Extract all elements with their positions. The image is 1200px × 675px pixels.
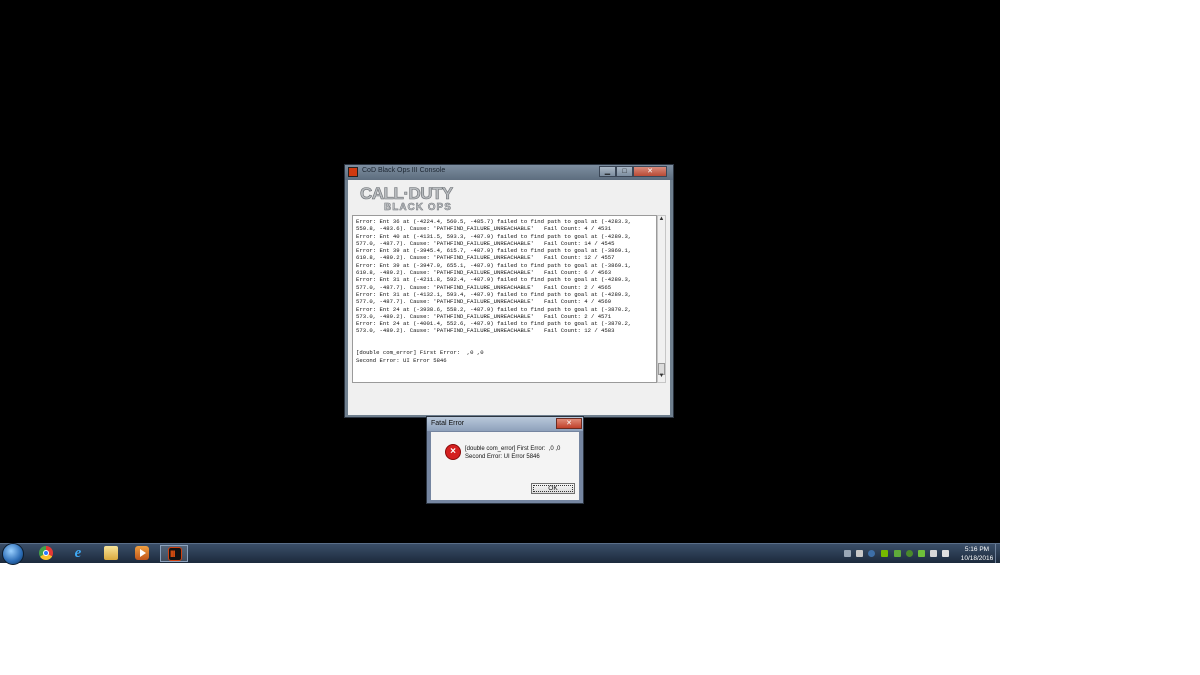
folder-icon <box>104 546 118 560</box>
ok-button[interactable]: OK <box>531 483 575 494</box>
minimize-icon: ▁ <box>604 168 611 175</box>
fatal-error-body: × [double com_error] First Error: ,0 ,0 … <box>431 432 579 500</box>
tray-g-icon[interactable] <box>906 550 913 557</box>
call-of-duty-logo: CALL·DUTY BLACK OPS <box>360 184 455 213</box>
log-line: Error: Ent 31 at (-4132.1, 593.4, -487.9… <box>356 290 632 298</box>
console-client-area: CALL·DUTY BLACK OPS Error: Ent 36 at (-4… <box>348 180 670 415</box>
media-player-taskbar-button[interactable] <box>128 545 156 562</box>
close-icon: ✕ <box>566 420 572 427</box>
internet-explorer-icon: e <box>74 545 82 561</box>
chrome-taskbar-button[interactable] <box>32 545 60 562</box>
tray-volume-icon[interactable] <box>946 551 947 552</box>
clock-date[interactable]: 10/18/2016 <box>955 555 999 562</box>
fatal-error-titlebar[interactable]: Fatal Error ✕ <box>427 417 583 431</box>
log-line: Error: Ent 40 at (-4131.5, 593.3, -487.9… <box>356 232 632 240</box>
log-line: 577.0, -487.7). Cause: 'PATHFIND_FAILURE… <box>356 298 612 306</box>
log-line: Error: Ent 31 at (-4211.8, 592.4, -487.9… <box>356 276 632 284</box>
tray-scissors-icon[interactable] <box>856 550 863 557</box>
log-line: 577.0, -487.7). Cause: 'PATHFIND_FAILURE… <box>356 239 615 247</box>
taskbar: e 5:16 PM 10/18/2016 <box>0 543 1001 565</box>
log-line: 559.8, -483.6). Cause: 'PATHFIND_FAILURE… <box>356 225 612 233</box>
log-line: Error: Ent 24 at (-4001.4, 552.6, -487.9… <box>356 320 632 328</box>
log-line: 573.0, -489.2). Cause: 'PATHFIND_FAILURE… <box>356 312 612 320</box>
log-line: Error: Ent 39 at (-3947.9, 655.1, -487.9… <box>356 261 632 269</box>
black-ops-3-taskbar-button[interactable] <box>160 545 188 562</box>
tray-green-icon[interactable] <box>894 550 901 557</box>
console-window: CoD Black Ops III Console ▁ □ ✕ CALL·DUT… <box>344 164 674 418</box>
media-player-icon <box>135 546 149 560</box>
black-ops-3-icon <box>168 547 182 561</box>
log-line: 577.0, -487.7). Cause: 'PATHFIND_FAILURE… <box>356 283 612 291</box>
log-line: 610.8, -489.2). Cause: 'PATHFIND_FAILURE… <box>356 254 615 262</box>
chrome-icon <box>39 546 53 560</box>
error-message-line1: [double com_error] First Error: ,0 ,0 <box>465 446 561 452</box>
close-button[interactable]: ✕ <box>556 418 582 429</box>
windows-explorer-taskbar-button[interactable] <box>97 545 125 562</box>
tray-steam-icon[interactable] <box>868 550 875 557</box>
scroll-up-arrow-icon[interactable]: ▲ <box>658 216 665 225</box>
log-line: ​ <box>356 335 653 342</box>
close-button[interactable]: ✕ <box>633 166 667 177</box>
clock-time[interactable]: 5:16 PM <box>958 546 996 553</box>
log-line: Error: Ent 24 at (-3938.6, 558.2, -487.9… <box>356 305 632 313</box>
tray-shield-icon[interactable] <box>918 550 925 557</box>
log-line: [double com_error] First Error: ,0 ,0 <box>356 349 484 357</box>
log-line: Second Error: UI Error 5846 <box>356 356 447 364</box>
console-input[interactable] <box>352 386 666 406</box>
start-button[interactable] <box>2 543 24 565</box>
console-scrollbar[interactable]: ▲ ▼ <box>657 215 666 383</box>
close-icon: ✕ <box>647 168 653 175</box>
log-line: 610.8, -489.2). Cause: 'PATHFIND_FAILURE… <box>356 269 612 277</box>
console-log[interactable]: Error: Ent 36 at (-4224.4, 560.5, -485.7… <box>352 215 657 383</box>
console-title: CoD Black Ops III Console <box>362 167 446 174</box>
tray-keyboard-icon[interactable] <box>844 550 851 557</box>
black-ops-3-icon <box>348 167 358 177</box>
dialog-title: Fatal Error <box>431 420 465 427</box>
log-line: ​ <box>356 342 653 349</box>
log-line: Error: Ent 36 at (-4224.4, 560.5, -485.7… <box>356 218 632 225</box>
logo-line1: CALL·DUTY <box>360 184 454 203</box>
show-desktop-button[interactable] <box>995 544 1001 563</box>
maximize-button[interactable]: □ <box>616 166 633 177</box>
maximize-icon: □ <box>622 168 627 175</box>
tray-network-icon[interactable] <box>930 550 937 557</box>
scroll-down-arrow-icon[interactable]: ▼ <box>658 373 665 382</box>
error-icon: × <box>445 444 461 460</box>
log-line: 573.0, -489.2). Cause: 'PATHFIND_FAILURE… <box>356 327 615 335</box>
internet-explorer-taskbar-button[interactable]: e <box>64 545 92 562</box>
console-titlebar[interactable]: CoD Black Ops III Console ▁ □ ✕ <box>345 165 673 180</box>
error-message-line2: Second Error: UI Error 5846 <box>465 454 540 460</box>
log-line: Error: Ent 39 at (-3945.4, 615.7, -487.9… <box>356 247 632 255</box>
minimize-button[interactable]: ▁ <box>599 166 616 177</box>
tray-nvidia-icon[interactable] <box>881 550 888 557</box>
logo-line2: BLACK OPS <box>384 202 452 213</box>
fatal-error-dialog: Fatal Error ✕ × [double com_error] First… <box>426 416 584 504</box>
